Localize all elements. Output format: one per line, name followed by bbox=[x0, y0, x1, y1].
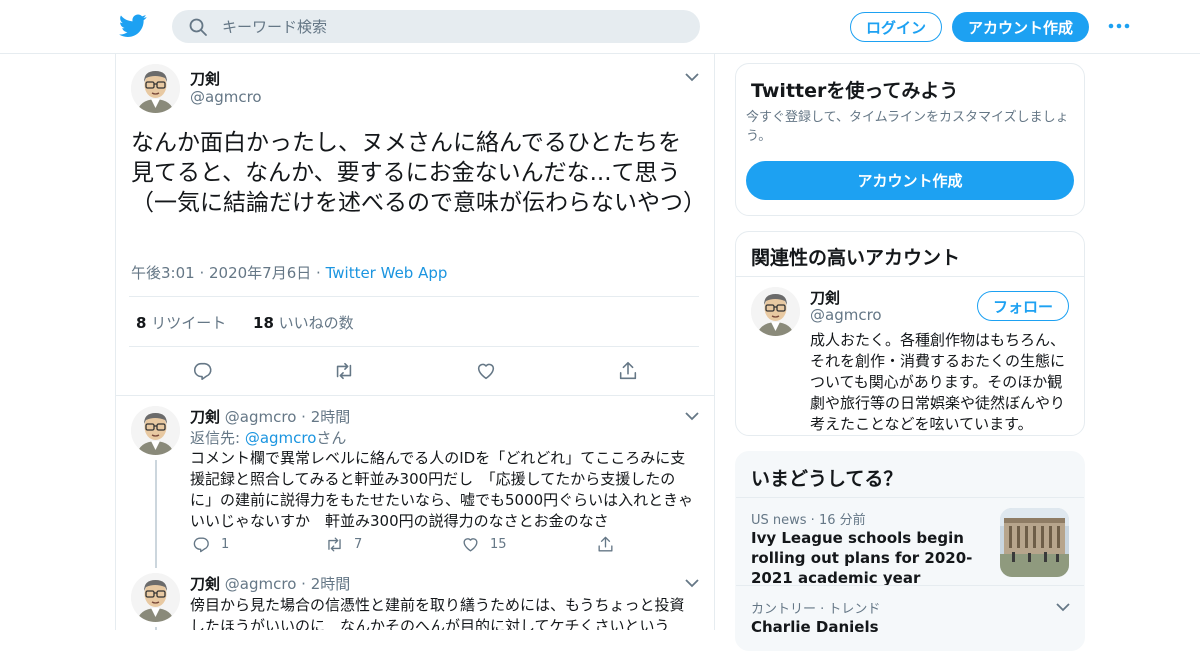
reply-tweet[interactable]: 刀剣 @agmcro · 2時間 返信先: @agmcroさん コメント欄で異常… bbox=[116, 396, 715, 568]
search-input[interactable] bbox=[222, 17, 682, 36]
more-options-icon[interactable] bbox=[1107, 19, 1131, 33]
reply-icon[interactable] bbox=[192, 360, 214, 382]
avatar[interactable] bbox=[131, 573, 180, 622]
tweet-meta: 午後3:01 · 2020年7月6日 · Twitter Web App bbox=[131, 264, 448, 282]
tweet-age[interactable]: 2時間 bbox=[311, 575, 351, 593]
trends-card: いまどうしてる？ US news · 16 分前 Ivy League scho… bbox=[735, 451, 1085, 651]
thread-line bbox=[155, 460, 157, 568]
divider bbox=[736, 585, 1084, 586]
top-bar: ログイン アカウント作成 bbox=[0, 0, 1200, 54]
retweet-icon[interactable] bbox=[325, 535, 344, 554]
related-accounts-card: 関連性の高いアカウント 刀剣 @agmcro フォロー 成人おたく。各種創作物は… bbox=[735, 231, 1085, 436]
tweet-actions bbox=[129, 354, 699, 388]
card-title: いまどうしてる？ bbox=[751, 468, 903, 490]
trend-meta: カントリー · トレンド bbox=[751, 602, 881, 617]
retweet-count: 7 bbox=[354, 537, 363, 552]
tweet-text: 傍目から見た場合の信憑性と建前を取り繕うためには、もうちょっと投資したほうがいい… bbox=[190, 596, 685, 630]
search-icon bbox=[189, 18, 207, 36]
like-icon[interactable] bbox=[475, 360, 497, 382]
reply-count: 1 bbox=[221, 537, 230, 552]
reply-tweet[interactable]: 刀剣 @agmcro · 2時間 傍目から見た場合の信憑性と建前を取り繕うために… bbox=[116, 563, 715, 630]
account-handle[interactable]: @agmcro bbox=[810, 306, 882, 324]
tweet-column: 刀剣 @agmcro なんか面白かったし、ヌメさんに絡んでるひとたちを見てると、… bbox=[115, 54, 715, 630]
tweet-text: コメント欄で異常レベルに絡んでる人のIDを「どれどれ」てこころみに支援記録と照合… bbox=[190, 449, 694, 530]
chevron-down-icon[interactable] bbox=[685, 411, 699, 421]
tweet-source-link[interactable]: Twitter Web App bbox=[326, 264, 448, 282]
avatar[interactable] bbox=[131, 406, 180, 455]
card-subtitle: 今すぐ登録して、タイムラインをカスタマイズしましょう。 bbox=[746, 110, 1069, 144]
avatar[interactable] bbox=[131, 64, 180, 113]
tweet-date[interactable]: 2020年7月6日 bbox=[209, 264, 311, 282]
signup-button[interactable]: アカウント作成 bbox=[952, 12, 1089, 42]
account-bio: 成人おたく。各種創作物はもちろん、それを創作・消費するおたくの生態についても関心… bbox=[810, 331, 1066, 433]
twitter-logo-icon[interactable] bbox=[119, 13, 147, 39]
reply-header: 刀剣 @agmcro · 2時間 bbox=[190, 408, 351, 426]
trend-meta: US news · 16 分前 bbox=[751, 513, 866, 528]
chevron-down-icon[interactable] bbox=[1056, 602, 1070, 612]
share-icon[interactable] bbox=[617, 360, 639, 382]
author-name[interactable]: 刀剣 bbox=[190, 408, 220, 426]
trend-headline[interactable]: Charlie Daniels bbox=[751, 617, 996, 637]
like-icon[interactable] bbox=[461, 535, 480, 554]
search-bar[interactable] bbox=[172, 10, 700, 43]
follow-button[interactable]: フォロー bbox=[977, 291, 1069, 321]
reply-to-link[interactable]: @agmcro bbox=[245, 429, 317, 447]
tweet-text: なんか面白かったし、ヌメさんに絡んでるひとたちを見てると、なんか、要するにお金な… bbox=[131, 130, 706, 216]
card-title: Twitterを使ってみよう bbox=[751, 80, 959, 102]
tweet-stats: 8 リツイート 18 いいねの数 bbox=[136, 312, 354, 333]
chevron-down-icon[interactable] bbox=[685, 72, 699, 82]
tweet-time[interactable]: 午後3:01 bbox=[131, 264, 195, 282]
author-handle[interactable]: @agmcro bbox=[225, 408, 297, 426]
author-name[interactable]: 刀剣 bbox=[190, 68, 220, 89]
card-title: 関連性の高いアカウント bbox=[751, 247, 961, 269]
like-count: 15 bbox=[490, 537, 507, 552]
reply-to-label: 返信先: @agmcroさん bbox=[190, 429, 347, 447]
account-name[interactable]: 刀剣 bbox=[810, 287, 840, 308]
login-button[interactable]: ログイン bbox=[850, 12, 942, 42]
author-handle[interactable]: @agmcro bbox=[225, 575, 297, 593]
tweet-age[interactable]: 2時間 bbox=[311, 408, 351, 426]
avatar[interactable] bbox=[751, 287, 800, 336]
share-icon[interactable] bbox=[596, 535, 615, 554]
chevron-down-icon[interactable] bbox=[685, 578, 699, 588]
create-account-button[interactable]: アカウント作成 bbox=[746, 161, 1074, 200]
trend-headline[interactable]: Ivy League schools begin rolling out pla… bbox=[751, 528, 996, 588]
divider bbox=[736, 276, 1084, 277]
reply-header: 刀剣 @agmcro · 2時間 bbox=[190, 575, 351, 593]
author-name[interactable]: 刀剣 bbox=[190, 575, 220, 593]
reply-icon[interactable] bbox=[192, 535, 211, 554]
retweet-icon[interactable] bbox=[333, 360, 355, 382]
divider bbox=[129, 296, 699, 297]
divider bbox=[129, 346, 699, 347]
divider bbox=[736, 497, 1084, 498]
signup-card: Twitterを使ってみよう 今すぐ登録して、タイムラインをカスタマイズしましょ… bbox=[735, 63, 1085, 216]
retweet-stat[interactable]: 8 リツイート bbox=[136, 314, 226, 332]
author-handle[interactable]: @agmcro bbox=[190, 88, 262, 106]
like-stat[interactable]: 18 いいねの数 bbox=[253, 314, 354, 332]
trend-thumbnail[interactable] bbox=[1000, 508, 1069, 577]
tweet-actions: 1 7 15 bbox=[190, 535, 630, 557]
